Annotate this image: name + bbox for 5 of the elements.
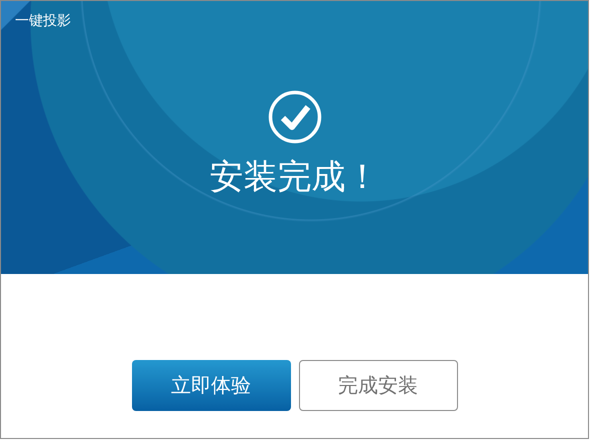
status-message: 安装完成！	[210, 156, 380, 199]
try-now-button[interactable]: 立即体验	[132, 360, 290, 411]
finish-button[interactable]: 完成安装	[298, 360, 458, 411]
checkmark-icon	[268, 90, 322, 144]
window-title: 一键投影	[15, 12, 71, 30]
